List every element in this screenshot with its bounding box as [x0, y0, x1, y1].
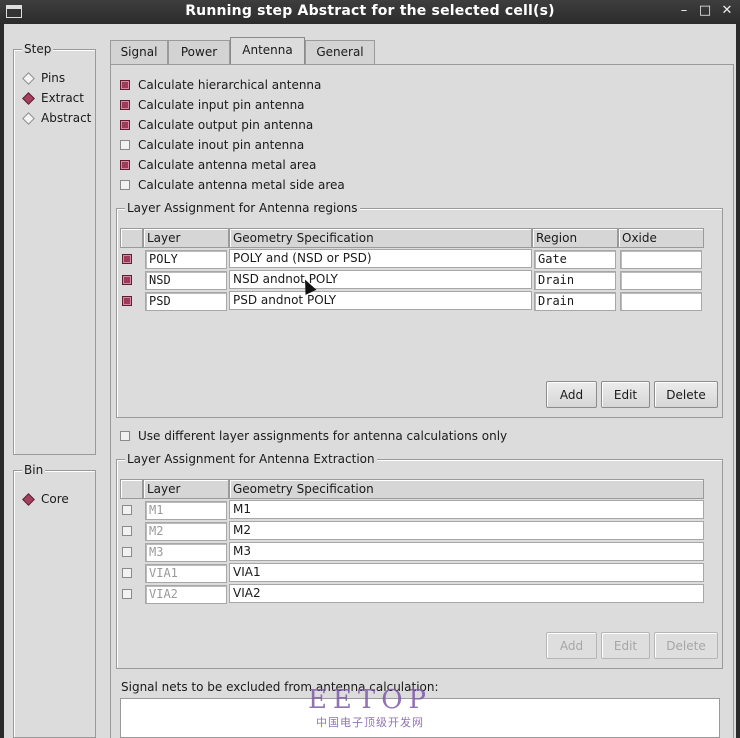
- extraction-row-checkbox[interactable]: [122, 526, 132, 536]
- option-use-different-layer-assignments[interactable]: Use different layer assignments for ante…: [120, 428, 507, 444]
- eetop-watermark: EETOP 中国电子顶级开发网: [300, 686, 440, 730]
- region-layer-input[interactable]: POLY: [145, 250, 227, 269]
- option-input-pin-antenna[interactable]: Calculate input pin antenna: [120, 97, 305, 113]
- region-region-input[interactable]: Drain: [534, 292, 616, 311]
- watermark-brand: EETOP: [307, 685, 433, 715]
- regions-add-button[interactable]: Add: [546, 381, 597, 408]
- option-label: Calculate inout pin antenna: [138, 138, 305, 152]
- option-hierarchical-antenna[interactable]: Calculate hierarchical antenna: [120, 77, 321, 93]
- regions-delete-button[interactable]: Delete: [654, 381, 718, 408]
- extraction-spec-cell[interactable]: M1: [229, 500, 704, 519]
- region-row-checkbox[interactable]: [122, 275, 132, 285]
- extraction-spec-cell[interactable]: M3: [229, 542, 704, 561]
- extraction-row-checkbox[interactable]: [122, 505, 132, 515]
- checkbox-unchecked-icon: [120, 140, 130, 150]
- radio-diamond-selected-icon: [22, 492, 35, 506]
- regions-header-layer: Layer: [143, 228, 229, 248]
- window-border-left: [0, 24, 4, 738]
- step-option-label: Extract: [41, 91, 84, 105]
- checkbox-checked-icon: [120, 80, 130, 90]
- step-option-abstract[interactable]: Abstract: [22, 110, 91, 126]
- region-spec-cell[interactable]: POLY and (NSD or PSD): [229, 249, 532, 268]
- region-oxide-input[interactable]: [620, 292, 702, 311]
- extraction-layer-input[interactable]: VIA1: [145, 564, 227, 583]
- regions-header-spec: Geometry Specification: [229, 228, 532, 248]
- extraction-delete-button[interactable]: Delete: [654, 632, 718, 659]
- regions-header-oxide: Oxide: [618, 228, 704, 248]
- checkbox-checked-icon: [120, 120, 130, 130]
- extraction-header-layer: Layer: [143, 479, 229, 499]
- maximize-button[interactable]: □: [697, 3, 713, 18]
- option-antenna-metal-area[interactable]: Calculate antenna metal area: [120, 157, 316, 173]
- region-oxide-input[interactable]: [620, 250, 702, 269]
- watermark-tagline: 中国电子顶级开发网: [316, 716, 424, 729]
- region-row-checkbox[interactable]: [122, 254, 132, 264]
- antenna-extraction-group-label: Layer Assignment for Antenna Extraction: [125, 452, 377, 466]
- radio-diamond-icon: [22, 111, 35, 125]
- step-group-label: Step: [22, 42, 54, 56]
- close-button[interactable]: ✕: [719, 3, 735, 18]
- option-label: Use different layer assignments for ante…: [138, 429, 508, 443]
- checkbox-unchecked-icon: [120, 180, 130, 190]
- bin-group-label: Bin: [22, 463, 46, 477]
- extraction-edit-button[interactable]: Edit: [601, 632, 650, 659]
- tab-antenna[interactable]: Antenna: [230, 37, 305, 65]
- region-region-input[interactable]: Drain: [534, 271, 616, 290]
- extraction-spec-cell[interactable]: VIA2: [229, 584, 704, 603]
- checkbox-checked-icon: [120, 100, 130, 110]
- region-spec-cell[interactable]: NSD andnot POLY: [229, 270, 532, 289]
- option-label: Calculate output pin antenna: [138, 118, 314, 132]
- radio-diamond-icon: [22, 71, 35, 85]
- option-output-pin-antenna[interactable]: Calculate output pin antenna: [120, 117, 313, 133]
- extraction-layer-input[interactable]: M1: [145, 501, 227, 520]
- region-region-input[interactable]: Gate: [534, 250, 616, 269]
- extraction-header-check: [120, 479, 143, 499]
- regions-header-region: Region: [532, 228, 618, 248]
- bin-option-core[interactable]: Core: [22, 491, 69, 507]
- region-spec-cell[interactable]: PSD andnot POLY: [229, 291, 532, 310]
- tab-power[interactable]: Power: [168, 40, 230, 64]
- checkbox-checked-icon: [120, 160, 130, 170]
- step-option-extract[interactable]: Extract: [22, 90, 84, 106]
- step-option-pins[interactable]: Pins: [22, 70, 65, 86]
- extraction-add-button[interactable]: Add: [546, 632, 597, 659]
- option-label: Calculate hierarchical antenna: [138, 78, 322, 92]
- region-oxide-input[interactable]: [620, 271, 702, 290]
- option-antenna-metal-side-area[interactable]: Calculate antenna metal side area: [120, 177, 345, 193]
- region-layer-input[interactable]: PSD: [145, 292, 227, 311]
- region-row-checkbox[interactable]: [122, 296, 132, 306]
- regions-header-check: [120, 228, 143, 248]
- window-border-right: [736, 24, 740, 738]
- tab-general[interactable]: General: [305, 40, 375, 64]
- step-option-label: Pins: [41, 71, 66, 85]
- option-label: Calculate antenna metal side area: [138, 178, 345, 192]
- radio-diamond-selected-icon: [22, 91, 35, 105]
- checkbox-unchecked-icon: [120, 431, 130, 441]
- extraction-layer-input[interactable]: M3: [145, 543, 227, 562]
- minimize-button[interactable]: –: [676, 3, 692, 18]
- extraction-layer-input[interactable]: M2: [145, 522, 227, 541]
- step-option-label: Abstract: [41, 111, 92, 125]
- title-bar: Running step Abstract for the selected c…: [0, 0, 740, 24]
- regions-edit-button[interactable]: Edit: [601, 381, 650, 408]
- bin-group: Bin: [13, 463, 96, 738]
- region-layer-input[interactable]: NSD: [145, 271, 227, 290]
- extraction-spec-cell[interactable]: M2: [229, 521, 704, 540]
- window-title: Running step Abstract for the selected c…: [185, 3, 555, 19]
- extraction-row-checkbox[interactable]: [122, 547, 132, 557]
- extraction-spec-cell[interactable]: VIA1: [229, 563, 704, 582]
- bin-option-label: Core: [41, 492, 69, 506]
- extraction-row-checkbox[interactable]: [122, 589, 132, 599]
- extraction-header-spec: Geometry Specification: [229, 479, 704, 499]
- tab-signal[interactable]: Signal: [110, 40, 168, 64]
- option-label: Calculate input pin antenna: [138, 98, 305, 112]
- option-label: Calculate antenna metal area: [138, 158, 317, 172]
- option-inout-pin-antenna[interactable]: Calculate inout pin antenna: [120, 137, 304, 153]
- antenna-regions-group-label: Layer Assignment for Antenna regions: [125, 201, 360, 215]
- extraction-row-checkbox[interactable]: [122, 568, 132, 578]
- extraction-layer-input[interactable]: VIA2: [145, 585, 227, 604]
